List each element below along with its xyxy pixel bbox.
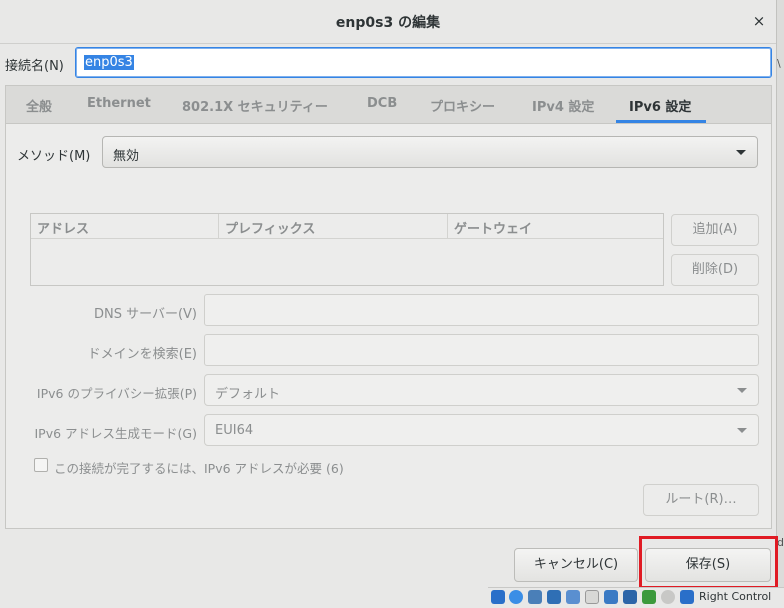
privacy-extensions-dropdown[interactable]: デフォルト bbox=[204, 374, 759, 406]
window-title: enp0s3 の編集 bbox=[335, 15, 441, 31]
display-icon[interactable] bbox=[604, 590, 618, 604]
tab-8021x-security[interactable]: 802.1X セキュリティー bbox=[182, 96, 328, 115]
audio-icon[interactable] bbox=[528, 590, 542, 604]
network-icon[interactable] bbox=[547, 590, 561, 604]
delete-button[interactable]: 削除(D) bbox=[671, 254, 759, 286]
chevron-down-icon bbox=[736, 150, 746, 155]
tab-ipv6-settings[interactable]: IPv6 設定 bbox=[629, 96, 691, 115]
method-dropdown[interactable]: 無効 bbox=[102, 136, 758, 168]
highlight-box bbox=[639, 536, 778, 589]
tab-proxy[interactable]: プロキシー bbox=[430, 96, 495, 115]
cpu-icon[interactable] bbox=[642, 590, 656, 604]
host-key-label: Right Control bbox=[699, 590, 772, 603]
require-ipv6-checkbox[interactable] bbox=[34, 458, 48, 472]
column-header-gateway: ゲートウェイ bbox=[454, 222, 533, 237]
table-header-divider bbox=[31, 238, 663, 239]
mouse-integration-icon[interactable] bbox=[661, 590, 675, 604]
shared-folder-icon[interactable] bbox=[585, 590, 599, 604]
connection-name-input[interactable]: enp0s3 bbox=[75, 47, 772, 78]
address-generation-dropdown[interactable]: EUI64 bbox=[204, 414, 759, 446]
keyboard-arrow-icon[interactable] bbox=[680, 590, 694, 604]
edge-text: \ bbox=[777, 57, 781, 70]
method-value: 無効 bbox=[113, 149, 140, 164]
recording-icon[interactable] bbox=[623, 590, 637, 604]
column-header-address: アドレス bbox=[31, 214, 219, 238]
dns-servers-input[interactable] bbox=[204, 294, 759, 326]
search-domains-input[interactable] bbox=[204, 334, 759, 366]
address-generation-value: EUI64 bbox=[215, 423, 254, 438]
chevron-down-icon bbox=[737, 388, 747, 393]
cancel-button[interactable]: キャンセル(C) bbox=[514, 548, 638, 582]
column-header-prefix: プレフィックス bbox=[219, 214, 448, 238]
disk-icon[interactable] bbox=[491, 590, 505, 604]
address-generation-label: IPv6 アドレス生成モード(G) bbox=[34, 426, 198, 441]
method-label: メソッド(M) bbox=[17, 149, 91, 164]
background-window-edge: \ d bbox=[776, 0, 784, 608]
connection-name-value: enp0s3 bbox=[84, 55, 134, 70]
privacy-extensions-label: IPv6 のプライバシー拡張(P) bbox=[36, 386, 197, 401]
tab-dcb[interactable]: DCB bbox=[367, 96, 397, 111]
chevron-down-icon bbox=[737, 428, 747, 433]
privacy-extensions-value: デフォルト bbox=[215, 387, 281, 402]
usb-icon[interactable] bbox=[566, 590, 580, 604]
tab-general[interactable]: 全般 bbox=[26, 96, 52, 115]
dns-servers-label: DNS サーバー(V) bbox=[93, 307, 197, 322]
connection-name-label: 接続名(N) bbox=[5, 59, 64, 74]
require-ipv6-label: この接続が完了するには、IPv6 アドレスが必要 (6) bbox=[54, 461, 344, 476]
add-button[interactable]: 追加(A) bbox=[671, 214, 759, 246]
tab-ethernet[interactable]: Ethernet bbox=[87, 96, 151, 111]
optical-drive-icon[interactable] bbox=[509, 590, 523, 604]
routes-button[interactable]: ルート(R)… bbox=[643, 484, 759, 516]
tab-ipv4-settings[interactable]: IPv4 設定 bbox=[532, 96, 594, 115]
search-domains-label: ドメインを検索(E) bbox=[87, 347, 197, 362]
close-icon[interactable]: × bbox=[748, 10, 770, 32]
edge-text: d bbox=[777, 536, 784, 549]
